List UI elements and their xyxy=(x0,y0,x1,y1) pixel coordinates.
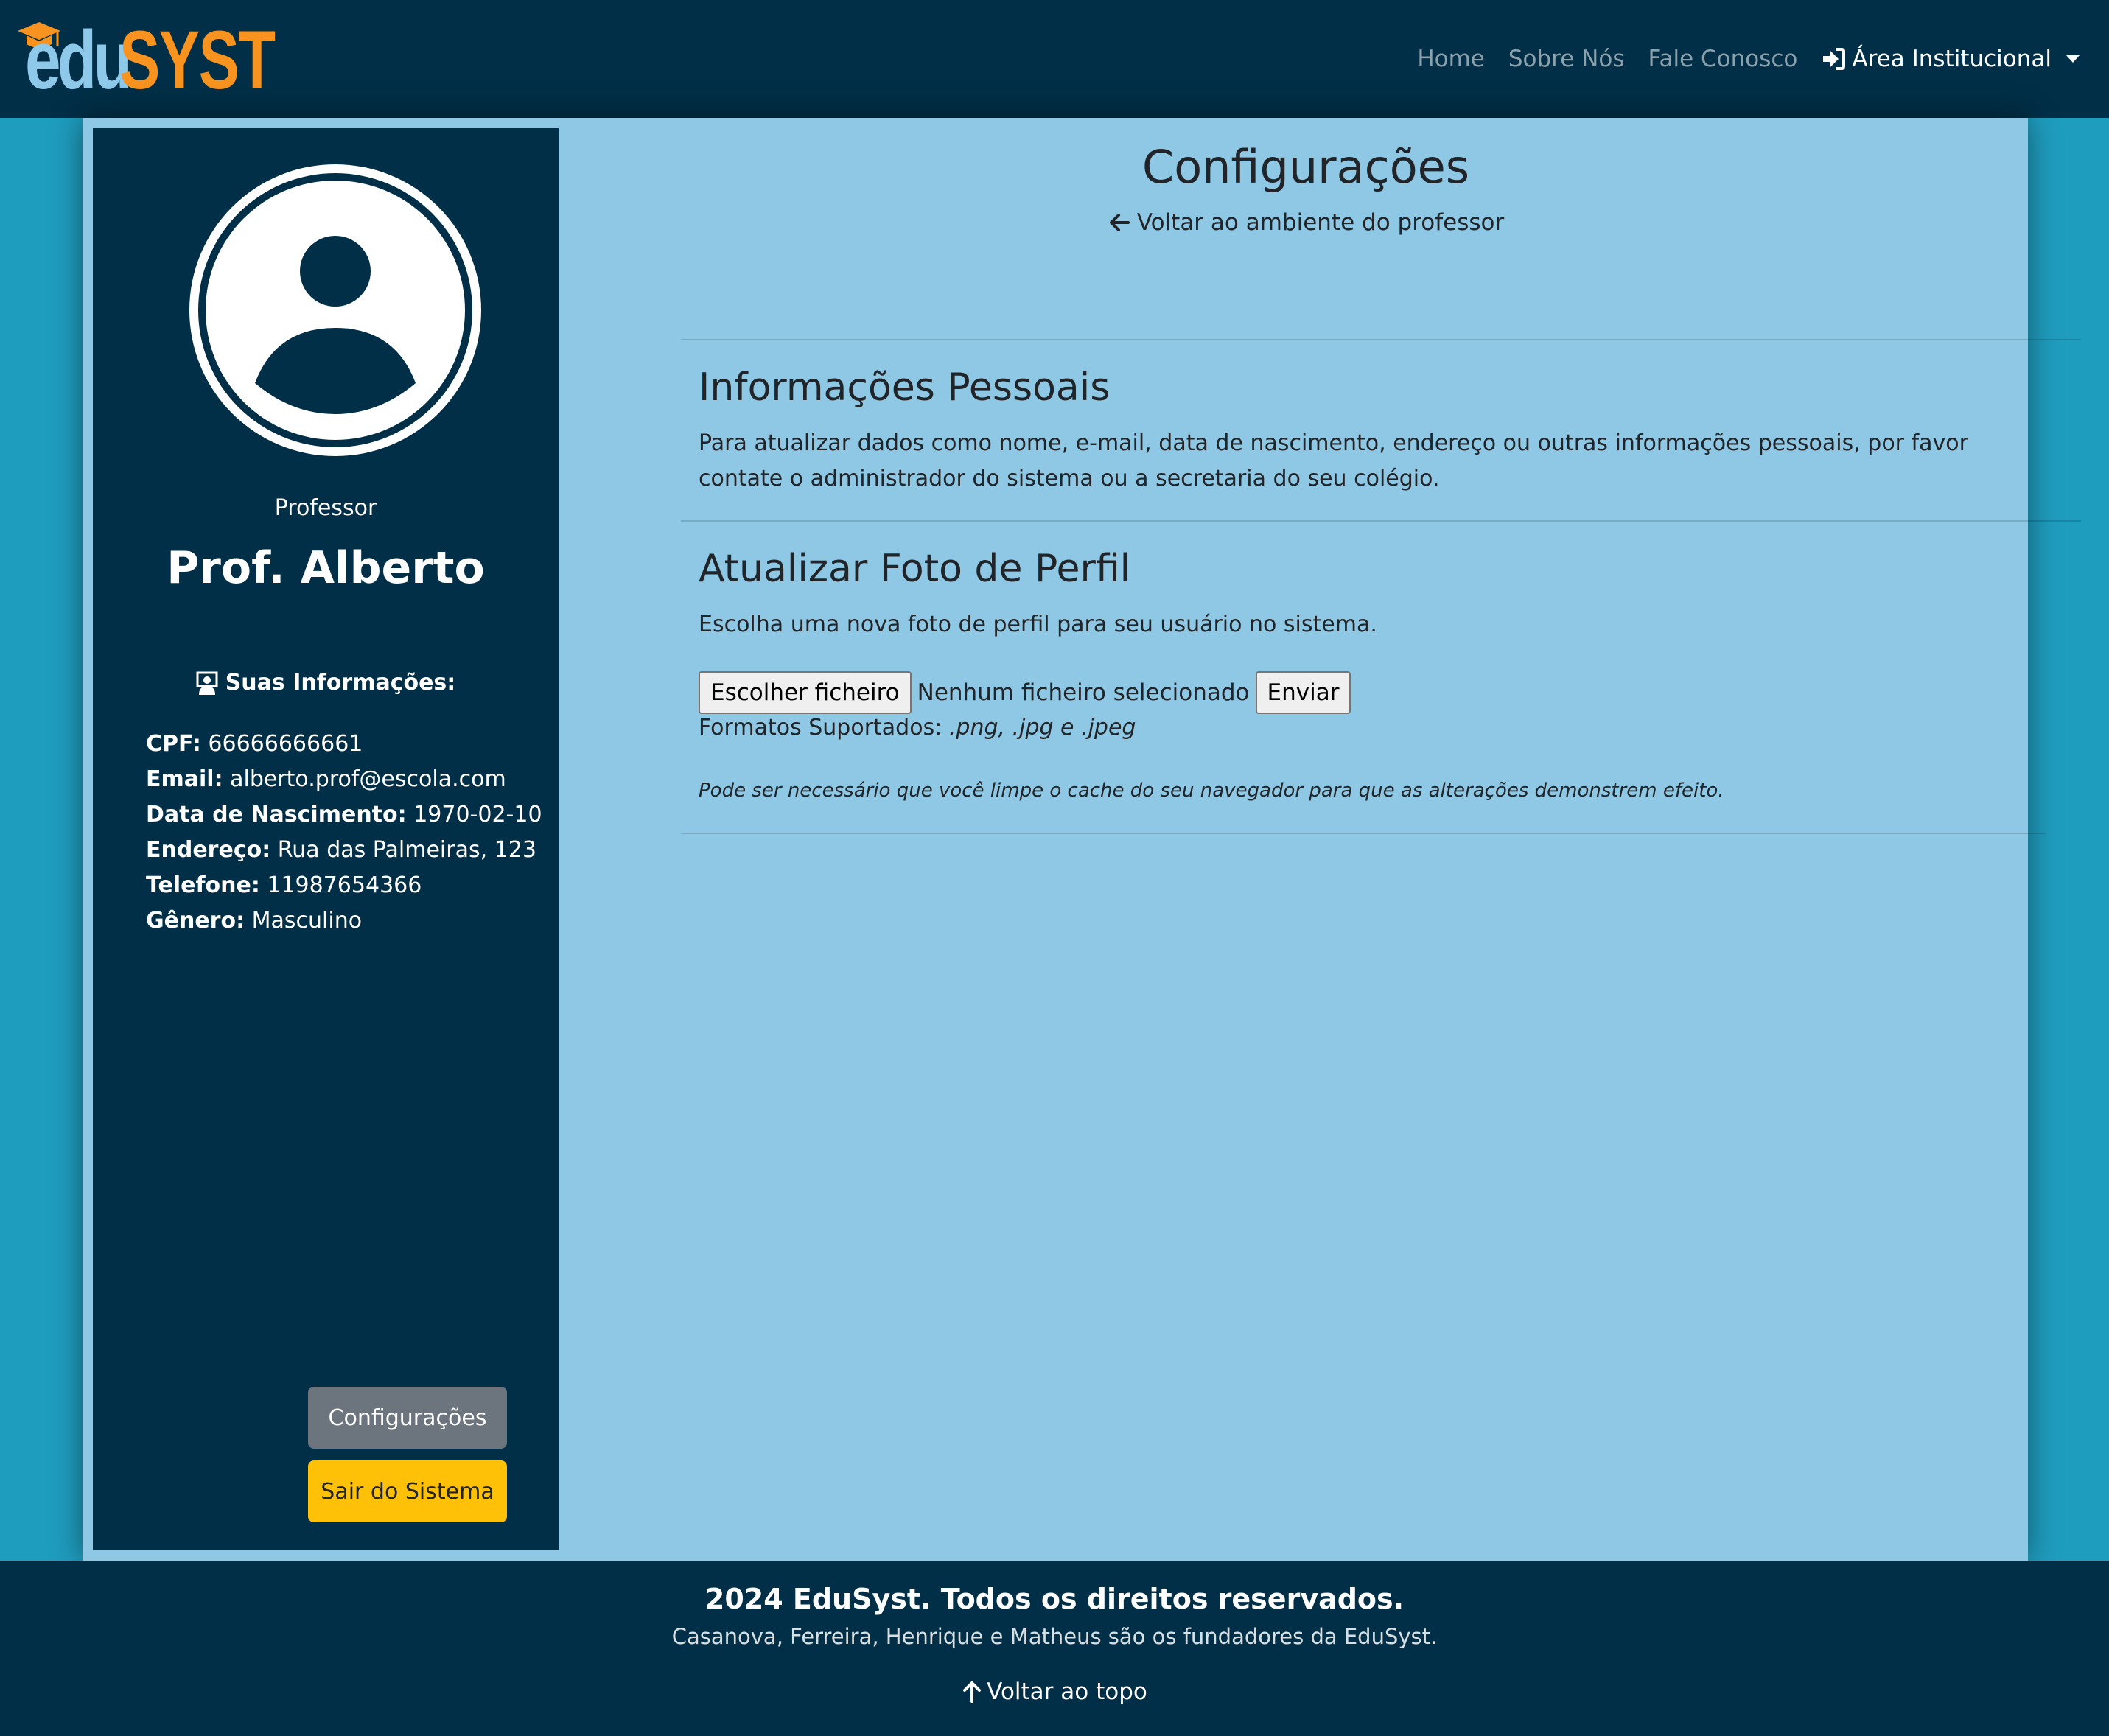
info-row-phone: Telefone: 11987654366 xyxy=(146,868,544,903)
navbar: edu SYST Home Sobre Nós Fale Conosco Áre… xyxy=(0,0,2109,118)
info-value: 66666666661 xyxy=(208,731,363,757)
photo-update-title: Atualizar Foto de Perfil xyxy=(699,547,1131,591)
info-label: Telefone: xyxy=(146,872,260,898)
brand-edu: edu xyxy=(25,14,133,106)
logout-button[interactable]: Sair do Sistema xyxy=(308,1460,507,1522)
arrow-up-icon xyxy=(963,1681,982,1703)
info-label: Data de Nascimento: xyxy=(146,802,407,827)
info-value: Rua das Palmeiras, 123 xyxy=(277,837,536,863)
info-row-gender: Gênero: Masculino xyxy=(146,903,544,939)
brand-logo[interactable]: edu SYST xyxy=(15,14,276,106)
back-to-top-label: Voltar ao topo xyxy=(987,1679,1147,1705)
divider xyxy=(681,520,2081,522)
brand-syst: SYST xyxy=(119,14,276,106)
main-container: Professor Prof. Alberto Suas Informações… xyxy=(83,118,2081,1561)
info-value: 1970-02-10 xyxy=(413,802,542,827)
info-title-label: Suas Informações: xyxy=(225,670,456,696)
info-row-email: Email: alberto.prof@escola.com xyxy=(146,762,544,797)
info-value: Masculino xyxy=(251,908,363,934)
back-link-label: Voltar ao ambiente do professor xyxy=(1136,209,1505,236)
nav-contact[interactable]: Fale Conosco xyxy=(1648,46,1797,72)
info-section-title: Suas Informações: xyxy=(93,670,559,696)
footer: 2024 EduSyst. Todos os direitos reservad… xyxy=(0,1561,2109,1736)
divider xyxy=(681,339,2081,340)
settings-button[interactable]: Configurações xyxy=(308,1387,507,1449)
user-avatar-icon xyxy=(189,164,481,456)
personal-info-title: Informações Pessoais xyxy=(699,365,1111,410)
info-value: alberto.prof@escola.com xyxy=(230,766,506,792)
file-status: Nenhum ficheiro selecionado xyxy=(917,679,1250,706)
profile-sidebar: Professor Prof. Alberto Suas Informações… xyxy=(93,128,559,1550)
info-row-address: Endereço: Rua das Palmeiras, 123 xyxy=(146,833,544,868)
caret-down-icon xyxy=(2066,55,2080,63)
divider xyxy=(681,833,2046,834)
page-title: Configurações xyxy=(1141,140,1470,194)
file-upload-row: Escolher ficheiro Nenhum ficheiro seleci… xyxy=(699,671,1351,715)
nav-about[interactable]: Sobre Nós xyxy=(1508,46,1625,72)
back-to-teacher-link[interactable]: Voltar ao ambiente do professor xyxy=(598,209,2013,236)
choose-file-button[interactable]: Escolher ficheiro xyxy=(699,671,912,714)
teacher-icon xyxy=(196,671,218,695)
personal-info-text: Para atualizar dados como nome, e-mail, … xyxy=(699,430,1968,491)
info-label: Gênero: xyxy=(146,908,245,934)
user-role: Professor xyxy=(274,495,377,521)
info-label: Endereço: xyxy=(146,837,271,863)
info-row-cpf: CPF: 66666666661 xyxy=(146,727,544,762)
submit-button[interactable]: Enviar xyxy=(1255,671,1351,714)
info-label: Email: xyxy=(146,766,223,792)
info-value: 11987654366 xyxy=(267,872,422,898)
formats-value: .png, .jpg e .jpeg xyxy=(948,715,1136,741)
photo-update-text: Escolha uma nova foto de perfil para seu… xyxy=(699,612,1377,637)
supported-formats: Formatos Suportados: .png, .jpg e .jpeg xyxy=(699,715,1136,741)
info-label: CPF: xyxy=(146,731,201,757)
user-name: Prof. Alberto xyxy=(167,542,485,594)
nav-links: Home Sobre Nós Fale Conosco Área Institu… xyxy=(1393,41,2080,77)
nav-institutional-dropdown[interactable]: Área Institucional xyxy=(1821,46,2080,72)
back-to-top-link[interactable]: Voltar ao topo xyxy=(0,1679,2109,1705)
settings-content: Configurações Voltar ao ambiente do prof… xyxy=(598,118,2081,1561)
nav-institutional-label: Área Institucional xyxy=(1852,46,2052,72)
info-row-birthdate: Data de Nascimento: 1970-02-10 xyxy=(146,797,544,833)
nav-home[interactable]: Home xyxy=(1417,46,1485,72)
arrow-left-icon xyxy=(1109,214,1130,231)
info-list: CPF: 66666666661 Email: alberto.prof@esc… xyxy=(146,727,544,939)
formats-label: Formatos Suportados: xyxy=(699,715,942,741)
footer-founders: Casanova, Ferreira, Henrique e Matheus s… xyxy=(671,1624,1438,1649)
footer-copyright: 2024 EduSyst. Todos os direitos reservad… xyxy=(704,1583,1405,1615)
login-icon xyxy=(1823,48,1846,70)
cache-note: Pode ser necessário que você limpe o cac… xyxy=(699,780,1724,802)
